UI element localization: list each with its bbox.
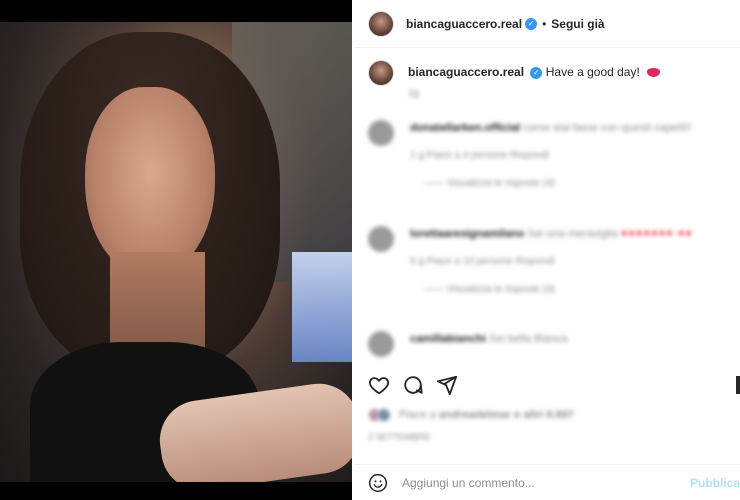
commenter-avatar[interactable]: [368, 226, 394, 252]
comment-text: come stai bene con questi capelli!!: [523, 122, 692, 134]
comment-icon[interactable]: [402, 374, 424, 396]
comment-text: Sei una meraviglia: [527, 228, 618, 240]
comment-input[interactable]: Aggiungi un commento...: [402, 476, 535, 490]
separator-dot: •: [542, 16, 547, 31]
caption-username[interactable]: biancaguaccero.real: [408, 65, 524, 79]
comments-list[interactable]: biancaguaccero.real ✓ Have a good day! 1…: [354, 48, 740, 364]
author-username[interactable]: biancaguaccero.real: [406, 17, 522, 31]
commenter-username[interactable]: lorettaaresignamilano: [410, 228, 524, 240]
likes-summary[interactable]: Piace a andreadelmar e altri 8.897: [368, 408, 574, 422]
share-icon[interactable]: [436, 374, 458, 396]
post-photo: [0, 22, 352, 482]
photo-light: [292, 252, 352, 362]
emoji-icon[interactable]: [368, 473, 388, 493]
commenter-username[interactable]: camillabianchi: [410, 333, 486, 345]
heart-icon[interactable]: [368, 374, 390, 396]
bookmark-icon[interactable]: [736, 376, 740, 394]
commenter-username[interactable]: donatellarken.official: [410, 122, 520, 134]
post-date: 2 SETTEMBRE: [368, 432, 431, 442]
caption-time: 1g: [408, 88, 420, 99]
follow-status-button[interactable]: Segui già: [551, 17, 604, 31]
heart-emojis-icon: ♥♥♥♥♥♥♥ ♥♥: [620, 228, 693, 240]
post-media[interactable]: [0, 0, 352, 500]
author-avatar[interactable]: [368, 10, 394, 37]
add-comment-bar: Aggiungi un commento... Pubblica: [354, 464, 740, 500]
commenter-avatar[interactable]: [368, 331, 394, 357]
comment-meta[interactable]: 5 g Piace a 10 persone Rispondi: [410, 254, 730, 270]
publish-button[interactable]: Pubblica: [690, 476, 740, 490]
likes-user[interactable]: andreadelmar: [439, 409, 511, 421]
commenter-avatar[interactable]: [368, 120, 394, 146]
photo-face: [85, 87, 215, 277]
view-replies-link[interactable]: —— Visualizza le risposte (3): [424, 282, 730, 298]
comment-text: Sei bella Bianca: [488, 333, 568, 345]
caption-avatar[interactable]: [368, 60, 394, 86]
likes-count[interactable]: e altri 8.897: [514, 409, 574, 421]
caption-text: Have a good day!: [545, 65, 640, 79]
comment-meta[interactable]: 1 g Piace a 4 persone Rispondi: [410, 148, 730, 164]
verified-badge-icon: ✓: [530, 66, 543, 79]
post-actions: [368, 368, 740, 402]
post-side-panel: biancaguaccero.real ✓ • Segui già bianca…: [354, 0, 740, 500]
liker-avatar: [377, 408, 391, 422]
comment-item: lorettaaresignamilano Sei una meraviglia…: [368, 226, 730, 298]
kiss-emoji-icon: [647, 68, 661, 78]
likes-prefix: Piace a: [399, 409, 436, 421]
view-replies-link[interactable]: —— Visualizza le risposte (4): [424, 176, 730, 192]
post-caption: biancaguaccero.real ✓ Have a good day! 1…: [368, 60, 661, 103]
comment-item: donatellarken.official come stai bene co…: [368, 120, 730, 192]
post-header: biancaguaccero.real ✓ • Segui già: [354, 0, 740, 48]
comment-item: camillabianchi Sei bella Bianca: [368, 331, 730, 357]
verified-badge-icon: ✓: [525, 17, 538, 30]
